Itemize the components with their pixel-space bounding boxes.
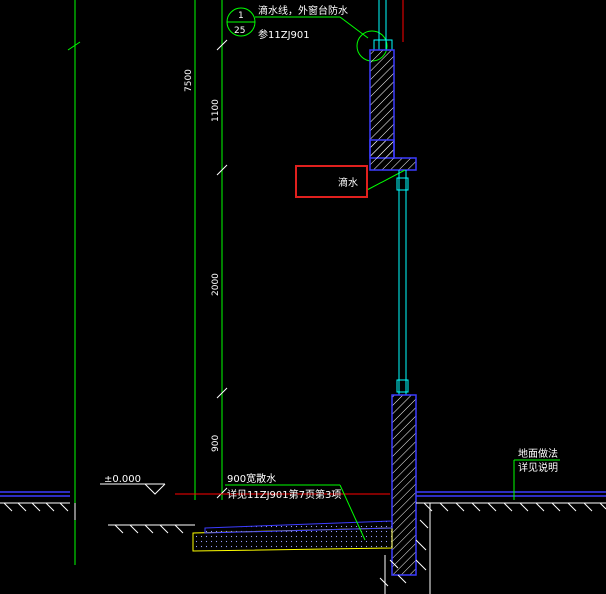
upper-window-frame: [373, 0, 393, 51]
apron: [192, 520, 393, 552]
section-drawing: 7500 1100 2000 900 1 25 滴水线，外窗台防水 参11ZJ9…: [0, 0, 606, 594]
callout-sheet: 25: [234, 26, 245, 36]
floor-note-line2: 详见说明: [518, 461, 558, 474]
dim-bottom: 900: [211, 435, 221, 452]
upper-wall: [369, 49, 417, 171]
plinth-note-line1: 900宽散水: [227, 472, 276, 485]
floor-note-line1: 地面做法: [518, 447, 558, 460]
dim-total: 7500: [184, 69, 194, 92]
earth-left: [0, 502, 76, 520]
highlight-label: 滴水: [338, 176, 358, 189]
dim-top: 1100: [211, 99, 221, 122]
earth-right: [415, 502, 606, 594]
elevation-symbol: [100, 483, 166, 495]
callout-note: 滴水线，外窗台防水: [258, 4, 348, 17]
break-mark: [67, 41, 81, 51]
elevation-mark: ±0.000: [104, 474, 141, 485]
window-glass: [396, 170, 409, 395]
detail-callout: 1 25 滴水线，外窗台防水 参11ZJ901: [226, 4, 388, 62]
lower-wall: [391, 394, 417, 576]
callout-ref: 参11ZJ901: [258, 28, 310, 41]
plinth-note-line2: 详见11ZJ901第7页第3项: [227, 488, 341, 501]
callout-number: 1: [238, 11, 244, 21]
dim-mid: 2000: [211, 273, 221, 296]
